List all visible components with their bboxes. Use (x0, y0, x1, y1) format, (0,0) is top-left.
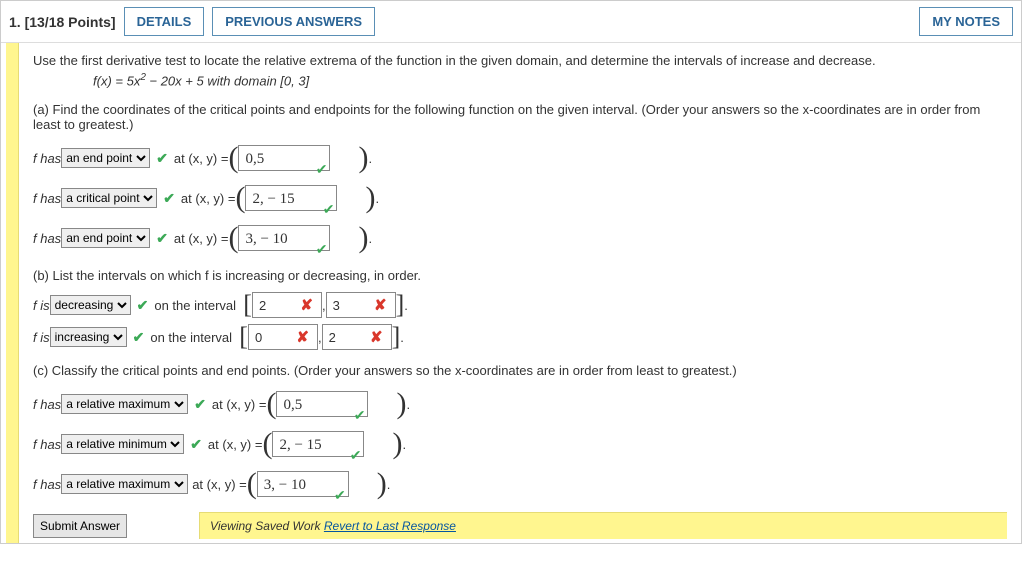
interval-input-b[interactable]: 3✘ (326, 292, 396, 318)
revert-link[interactable]: Revert to Last Response (324, 519, 456, 533)
point-type-select[interactable]: a critical point (61, 188, 157, 208)
part-a-row-1: f has an end point ✔ at (x, y) = ( 0,5 )… (33, 140, 1007, 176)
part-c-row-2: f has a relative minimum ✔ at (x, y) = (… (33, 426, 1007, 462)
submit-answer-button[interactable]: Submit Answer (33, 514, 127, 538)
interval-input-b[interactable]: 2✘ (322, 324, 392, 350)
question-header: 1. [13/18 Points] DETAILS PREVIOUS ANSWE… (1, 1, 1021, 43)
my-notes-button[interactable]: MY NOTES (919, 7, 1013, 36)
cross-icon: ✘ (370, 325, 383, 351)
intro-text: Use the first derivative test to locate … (33, 53, 1007, 68)
check-icon: ✔ (190, 436, 202, 453)
direction-select[interactable]: decreasing (50, 295, 131, 315)
answer-input[interactable]: 3, − 10 (257, 471, 349, 497)
question-container: 1. [13/18 Points] DETAILS PREVIOUS ANSWE… (0, 0, 1022, 544)
answer-input[interactable]: 2, − 15 (272, 431, 364, 457)
question-body: Use the first derivative test to locate … (19, 43, 1021, 543)
cross-icon: ✘ (296, 325, 309, 351)
cross-icon: ✘ (300, 293, 313, 319)
question-number: 1. [13/18 Points] (9, 14, 116, 30)
previous-answers-button[interactable]: PREVIOUS ANSWERS (212, 7, 375, 36)
interval-input-a[interactable]: 0✘ (248, 324, 318, 350)
classification-select[interactable]: a relative maximum (61, 474, 188, 494)
highlight-strip (1, 43, 19, 543)
direction-select[interactable]: increasing (50, 327, 127, 347)
part-b-row-1: f is decreasing ✔ on the interval [ 2✘ ,… (33, 291, 1007, 319)
part-a-row-3: f has an end point ✔ at (x, y) = ( 3, − … (33, 220, 1007, 256)
classification-select[interactable]: a relative minimum (61, 434, 184, 454)
saved-work-banner: Viewing Saved Work Revert to Last Respon… (199, 512, 1007, 539)
classification-select[interactable]: a relative maximum (61, 394, 188, 414)
part-c-row-1: f has a relative maximum ✔ at (x, y) = (… (33, 386, 1007, 422)
details-button[interactable]: DETAILS (124, 7, 205, 36)
part-a-row-2: f has a critical point ✔ at (x, y) = ( 2… (33, 180, 1007, 216)
point-type-select[interactable]: an end point (61, 148, 150, 168)
at-xy-label: at (x, y) = (174, 151, 229, 166)
answer-input[interactable]: 0,5 (276, 391, 368, 417)
f-has-label: f has (33, 151, 61, 166)
answer-input[interactable]: 0,5 (238, 145, 330, 171)
submit-row: Submit Answer Viewing Saved Work Revert … (33, 512, 1007, 539)
check-icon: ✔ (156, 150, 168, 167)
check-icon: ✔ (133, 329, 145, 346)
answer-input[interactable]: 2, − 15 (245, 185, 337, 211)
point-type-select[interactable]: an end point (61, 228, 150, 248)
check-icon: ✔ (137, 297, 149, 314)
answer-input[interactable]: 3, − 10 (238, 225, 330, 251)
part-b-text: (b) List the intervals on which f is inc… (33, 268, 1007, 283)
part-c-row-3: f has a relative maximum at (x, y) = ( 3… (33, 466, 1007, 502)
formula: f(x) = 5x2 − 20x + 5 with domain [0, 3] (93, 72, 1007, 88)
check-icon: ✔ (156, 230, 168, 247)
interval-input-a[interactable]: 2✘ (252, 292, 322, 318)
part-a-text: (a) Find the coordinates of the critical… (33, 102, 1007, 132)
part-c-text: (c) Classify the critical points and end… (33, 363, 1007, 378)
cross-icon: ✘ (374, 293, 387, 319)
check-icon: ✔ (194, 396, 206, 413)
part-b-row-2: f is increasing ✔ on the interval [ 0✘ ,… (33, 323, 1007, 351)
check-icon: ✔ (163, 190, 175, 207)
